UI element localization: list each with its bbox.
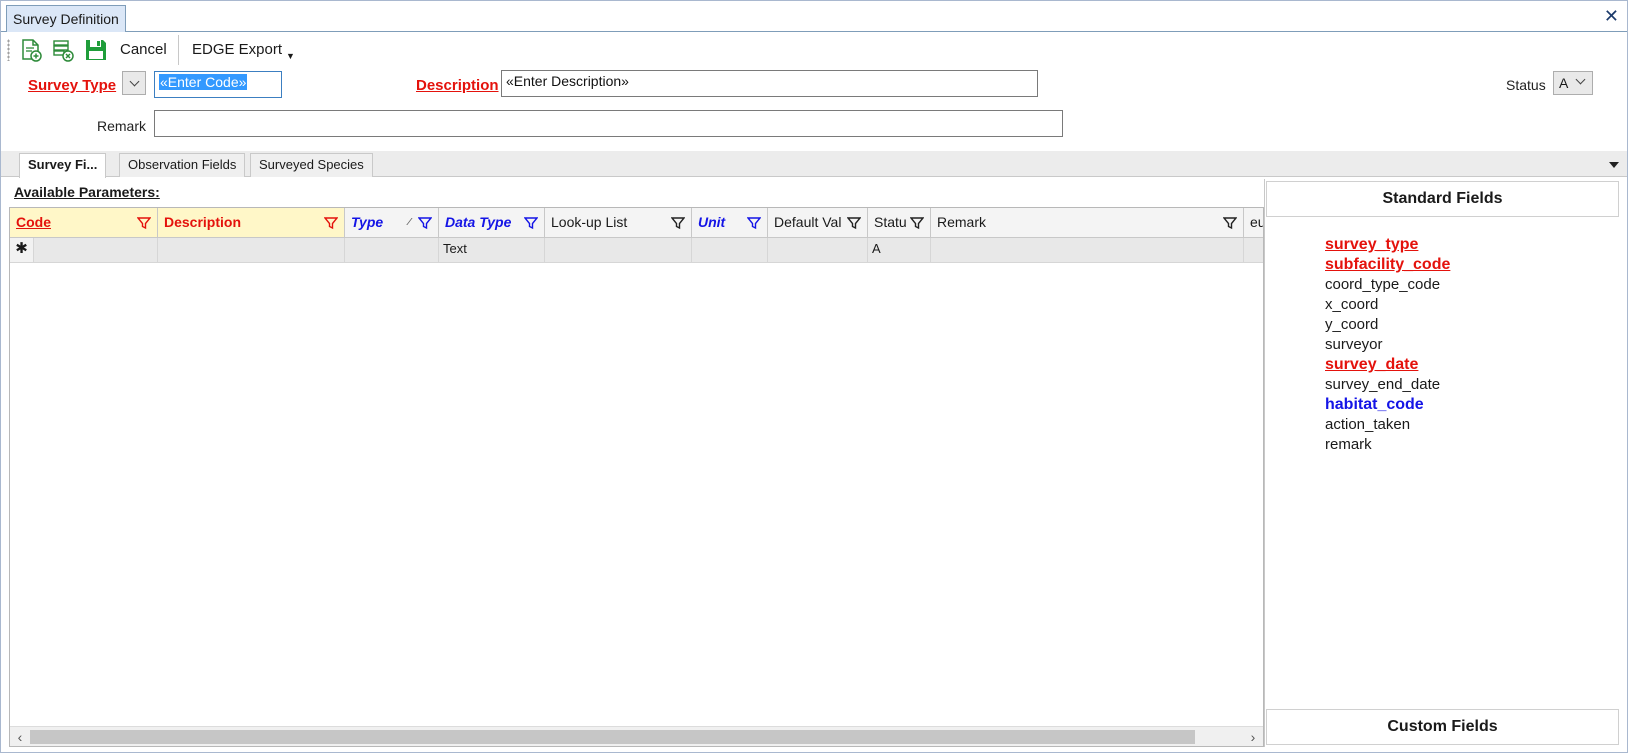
filter-icon[interactable] xyxy=(847,216,861,230)
column-header-label: Look-up List xyxy=(551,214,628,230)
column-header-label: Unit xyxy=(698,214,726,230)
list-item[interactable]: survey_date xyxy=(1325,355,1450,375)
filter-icon[interactable] xyxy=(910,216,924,230)
status-label: Status xyxy=(1506,77,1546,93)
tab-observation-fields[interactable]: Observation Fields xyxy=(119,153,246,177)
available-parameters-title: Available Parameters: xyxy=(14,184,160,200)
column-header-description[interactable]: Description xyxy=(158,208,345,238)
section-tabs: Survey Fi... Observation Fields Surveyed… xyxy=(1,151,1627,178)
column-header-eu[interactable]: eu xyxy=(1244,208,1263,238)
cell-status[interactable]: A xyxy=(868,238,931,263)
survey-type-dropdown[interactable] xyxy=(122,71,146,95)
column-header-label: Data Type xyxy=(445,214,512,230)
column-header-lookup-list[interactable]: Look-up List xyxy=(545,208,692,238)
filter-icon[interactable] xyxy=(747,216,761,230)
column-header-code[interactable]: Code xyxy=(10,208,158,238)
list-item[interactable]: coord_type_code xyxy=(1325,275,1450,295)
column-header-label: Remark xyxy=(937,214,987,230)
edge-export-dropdown-icon[interactable]: ▼ xyxy=(286,51,295,61)
toolbar-grip-icon[interactable] xyxy=(7,39,10,61)
column-header-label: Type xyxy=(351,214,384,230)
cell-code[interactable] xyxy=(34,238,158,263)
list-item[interactable]: subfacility_code xyxy=(1325,255,1450,275)
scroll-right-icon[interactable]: › xyxy=(1243,727,1263,746)
scroll-left-icon[interactable]: ‹ xyxy=(10,727,30,746)
column-header-remark[interactable]: Remark xyxy=(931,208,1244,238)
cell-eu[interactable] xyxy=(1244,238,1263,263)
list-item[interactable]: y_coord xyxy=(1325,315,1450,335)
remark-label: Remark xyxy=(97,118,147,134)
list-item[interactable]: survey_end_date xyxy=(1325,375,1450,395)
column-header-unit[interactable]: Unit xyxy=(692,208,768,238)
remark-input[interactable] xyxy=(154,110,1063,137)
cell-default-value[interactable] xyxy=(768,238,868,263)
column-header-label: Default Val xyxy=(774,214,842,230)
toolbar-separator xyxy=(178,35,179,65)
table-row[interactable]: ✱ Text A xyxy=(10,238,1263,263)
survey-code-value: «Enter Code» xyxy=(159,74,248,90)
column-header-label: Code xyxy=(16,214,51,230)
column-header-label: Statu xyxy=(874,214,907,230)
parameters-grid: Code Description Type ⁄ Data Type Look-u… xyxy=(9,207,1264,747)
grid-header: Code Description Type ⁄ Data Type Look-u… xyxy=(10,208,1263,238)
custom-fields-title: Custom Fields xyxy=(1266,709,1619,745)
standard-fields-title: Standard Fields xyxy=(1266,181,1619,217)
list-item[interactable]: surveyor xyxy=(1325,335,1450,355)
tab-survey-definition[interactable]: Survey Definition xyxy=(6,5,126,32)
list-item[interactable]: habitat_code xyxy=(1325,395,1450,415)
status-value: A xyxy=(1559,75,1569,91)
cancel-button[interactable]: Cancel xyxy=(120,41,167,58)
standard-fields-panel: Standard Fields survey_type subfacility_… xyxy=(1264,179,1620,747)
scrollbar-thumb[interactable] xyxy=(30,730,1195,744)
description-input[interactable]: «Enter Description» xyxy=(501,70,1038,97)
column-header-type[interactable]: Type ⁄ xyxy=(345,208,439,238)
cell-remark[interactable] xyxy=(931,238,1244,263)
close-icon[interactable]: ✕ xyxy=(1604,6,1619,26)
tab-survey-fields[interactable]: Survey Fi... xyxy=(19,153,107,178)
survey-code-input[interactable]: «Enter Code» xyxy=(154,71,282,98)
survey-type-label: Survey Type xyxy=(28,77,117,94)
document-tab-strip: Survey Definition ✕ xyxy=(1,1,1627,32)
cell-data-type[interactable]: Text xyxy=(439,238,545,263)
list-item[interactable]: x_coord xyxy=(1325,295,1450,315)
new-row-indicator-icon: ✱ xyxy=(10,238,34,263)
description-label: Description xyxy=(416,77,499,94)
tabs-overflow-icon[interactable] xyxy=(1609,162,1619,168)
list-item[interactable]: survey_type xyxy=(1325,235,1450,255)
toolbar: Cancel EDGE Export ▼ xyxy=(1,33,1627,67)
cell-lookup-list[interactable] xyxy=(545,238,692,263)
cell-unit[interactable] xyxy=(692,238,768,263)
filter-icon[interactable] xyxy=(418,216,432,230)
sort-icon: ⁄ xyxy=(408,217,410,228)
filter-icon[interactable] xyxy=(1223,216,1237,230)
filter-icon[interactable] xyxy=(671,216,685,230)
column-header-default-value[interactable]: Default Val xyxy=(768,208,868,238)
chevron-down-icon xyxy=(129,76,139,86)
survey-definition-window: Survey Definition ✕ Cancel EDGE Export ▼… xyxy=(0,0,1628,753)
edge-export-button[interactable]: EDGE Export xyxy=(192,41,282,58)
filter-icon[interactable] xyxy=(324,216,338,230)
status-dropdown[interactable]: A xyxy=(1553,71,1593,95)
list-item[interactable]: remark xyxy=(1325,435,1450,455)
list-item[interactable]: action_taken xyxy=(1325,415,1450,435)
standard-fields-list: survey_type subfacility_code coord_type_… xyxy=(1325,235,1450,455)
new-record-icon[interactable] xyxy=(19,38,43,62)
column-header-label: Description xyxy=(164,214,242,230)
tab-surveyed-species[interactable]: Surveyed Species xyxy=(250,153,373,177)
cell-description[interactable] xyxy=(158,238,345,263)
column-header-data-type[interactable]: Data Type xyxy=(439,208,545,238)
chevron-down-icon xyxy=(1575,74,1586,85)
horizontal-scrollbar[interactable]: ‹ › xyxy=(10,726,1263,746)
filter-icon[interactable] xyxy=(137,216,151,230)
column-header-status[interactable]: Statu xyxy=(868,208,931,238)
cell-type[interactable] xyxy=(345,238,439,263)
filter-icon[interactable] xyxy=(524,216,538,230)
column-header-label: eu xyxy=(1250,214,1263,230)
save-icon[interactable] xyxy=(84,38,108,62)
delete-record-icon[interactable] xyxy=(51,38,75,62)
